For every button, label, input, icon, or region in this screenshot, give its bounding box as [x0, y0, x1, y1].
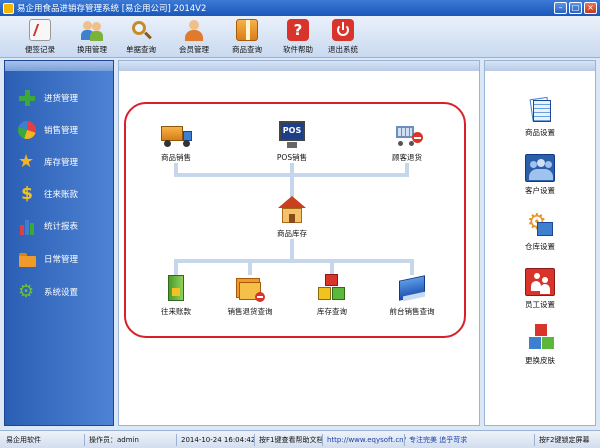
- flow-node-stock-query[interactable]: 库存查询: [294, 274, 370, 317]
- staff-icon: [525, 268, 555, 296]
- pie-chart-icon: [18, 121, 36, 139]
- house-icon: [275, 196, 309, 226]
- star-icon: ★: [18, 151, 35, 172]
- app-icon: [3, 2, 14, 14]
- gear-icon: ⚙: [18, 281, 35, 302]
- status-company: 易企用软件: [6, 436, 41, 444]
- flow-node-customer-return[interactable]: 顾客退货: [369, 120, 445, 163]
- toolbar: 便签记录 换用管理 单据查询 会员管理 商品查询 ? 软件帮助 退出系统: [0, 16, 600, 58]
- help-icon: ?: [287, 19, 309, 41]
- staff-manage-button[interactable]: 换用管理: [69, 18, 115, 56]
- cart-return-icon: [390, 120, 424, 150]
- product-settings-button[interactable]: 商品设置: [510, 96, 570, 138]
- flow-node-sales-return-query[interactable]: 销售退货查询: [212, 274, 288, 317]
- pos-terminal-icon: POS: [275, 120, 309, 150]
- left-nav-panel: [4, 60, 114, 426]
- help-button[interactable]: ? 软件帮助: [275, 18, 321, 56]
- status-datetime: 2014-10-24 16:04:42: [176, 434, 255, 446]
- maximize-button[interactable]: □: [569, 2, 582, 14]
- status-lock-hint: 按F2键锁定屏幕: [534, 434, 589, 446]
- warehouse-gear-icon: ⚙: [525, 210, 555, 238]
- right-panel-header: [485, 61, 595, 71]
- nav-item-reports[interactable]: 统计报表: [18, 216, 78, 236]
- connector: [290, 175, 294, 197]
- notes-button[interactable]: 便签记录: [17, 18, 63, 56]
- member-manage-button[interactable]: 会员管理: [171, 18, 217, 56]
- change-skin-button[interactable]: 更换皮肤: [510, 324, 570, 366]
- status-website-link[interactable]: http://www.eqysoft.cn/: [322, 434, 406, 446]
- box-icon: [236, 19, 258, 41]
- nav-item-daily[interactable]: 日常管理: [18, 249, 78, 269]
- nav-item-sales[interactable]: 销售管理: [18, 120, 78, 140]
- document-stack-icon: [525, 96, 555, 124]
- folders-icon: [233, 274, 267, 304]
- left-panel-header: [5, 61, 113, 71]
- folder-icon: [18, 250, 36, 268]
- skin-cube-icon: [525, 324, 555, 352]
- warehouse-settings-button[interactable]: ⚙ 仓库设置: [510, 210, 570, 252]
- notepad-icon: [29, 19, 51, 41]
- group-icon: [525, 154, 555, 182]
- truck-icon: [159, 120, 193, 150]
- binder-icon: [395, 274, 429, 304]
- cubes-icon: [315, 274, 349, 304]
- flow-node-pos-sales[interactable]: POS POS销售: [254, 120, 330, 163]
- plus-icon: [18, 89, 36, 107]
- users-icon: [81, 19, 103, 41]
- nav-item-inventory[interactable]: ★ 库存管理: [18, 152, 78, 172]
- customer-settings-button[interactable]: 客户设置: [510, 154, 570, 196]
- nav-item-accounts[interactable]: $ 往来账款: [18, 184, 78, 204]
- dollar-icon: $: [21, 184, 33, 204]
- flow-node-product-sales[interactable]: 商品销售: [138, 120, 214, 163]
- ledger-icon: [159, 274, 193, 304]
- minimize-button[interactable]: –: [554, 2, 567, 14]
- connector: [248, 259, 252, 275]
- connector: [174, 259, 178, 275]
- status-slogan: 专注完美 追乎苛求: [404, 434, 467, 446]
- connector: [174, 259, 414, 263]
- connector: [410, 259, 414, 275]
- connector: [290, 239, 294, 261]
- title-bar: 易企用食品进销存管理系统 [易企用公司] 2014V2 – □ ×: [0, 0, 600, 16]
- members-icon: [183, 19, 205, 41]
- product-query-button[interactable]: 商品查询: [224, 18, 270, 56]
- exit-button[interactable]: 退出系统: [320, 18, 366, 56]
- status-bar: 易企用软件 操作员：admin 2014-10-24 16:04:42 按F1键…: [0, 430, 600, 448]
- connector: [330, 259, 334, 275]
- bill-query-button[interactable]: 单据查询: [118, 18, 164, 56]
- nav-item-settings[interactable]: ⚙ 系统设置: [18, 282, 78, 302]
- close-button[interactable]: ×: [584, 2, 597, 14]
- bar-chart-icon: [18, 217, 36, 235]
- flow-node-product-stock[interactable]: 商品库存: [254, 196, 330, 239]
- center-panel-header: [119, 61, 479, 71]
- magnifier-icon: [130, 19, 152, 41]
- power-icon: [332, 19, 354, 41]
- flow-node-front-sales-query[interactable]: 前台销售查询: [374, 274, 450, 317]
- flow-node-accounts[interactable]: 往来账款: [138, 274, 214, 317]
- status-operator: 操作员：admin: [84, 434, 139, 446]
- status-help-hint: 按F1键查看帮助文档: [254, 434, 323, 446]
- staff-settings-button[interactable]: 员工设置: [510, 268, 570, 310]
- nav-item-purchase[interactable]: 进货管理: [18, 88, 78, 108]
- window-title: 易企用食品进销存管理系统 [易企用公司] 2014V2: [17, 4, 207, 14]
